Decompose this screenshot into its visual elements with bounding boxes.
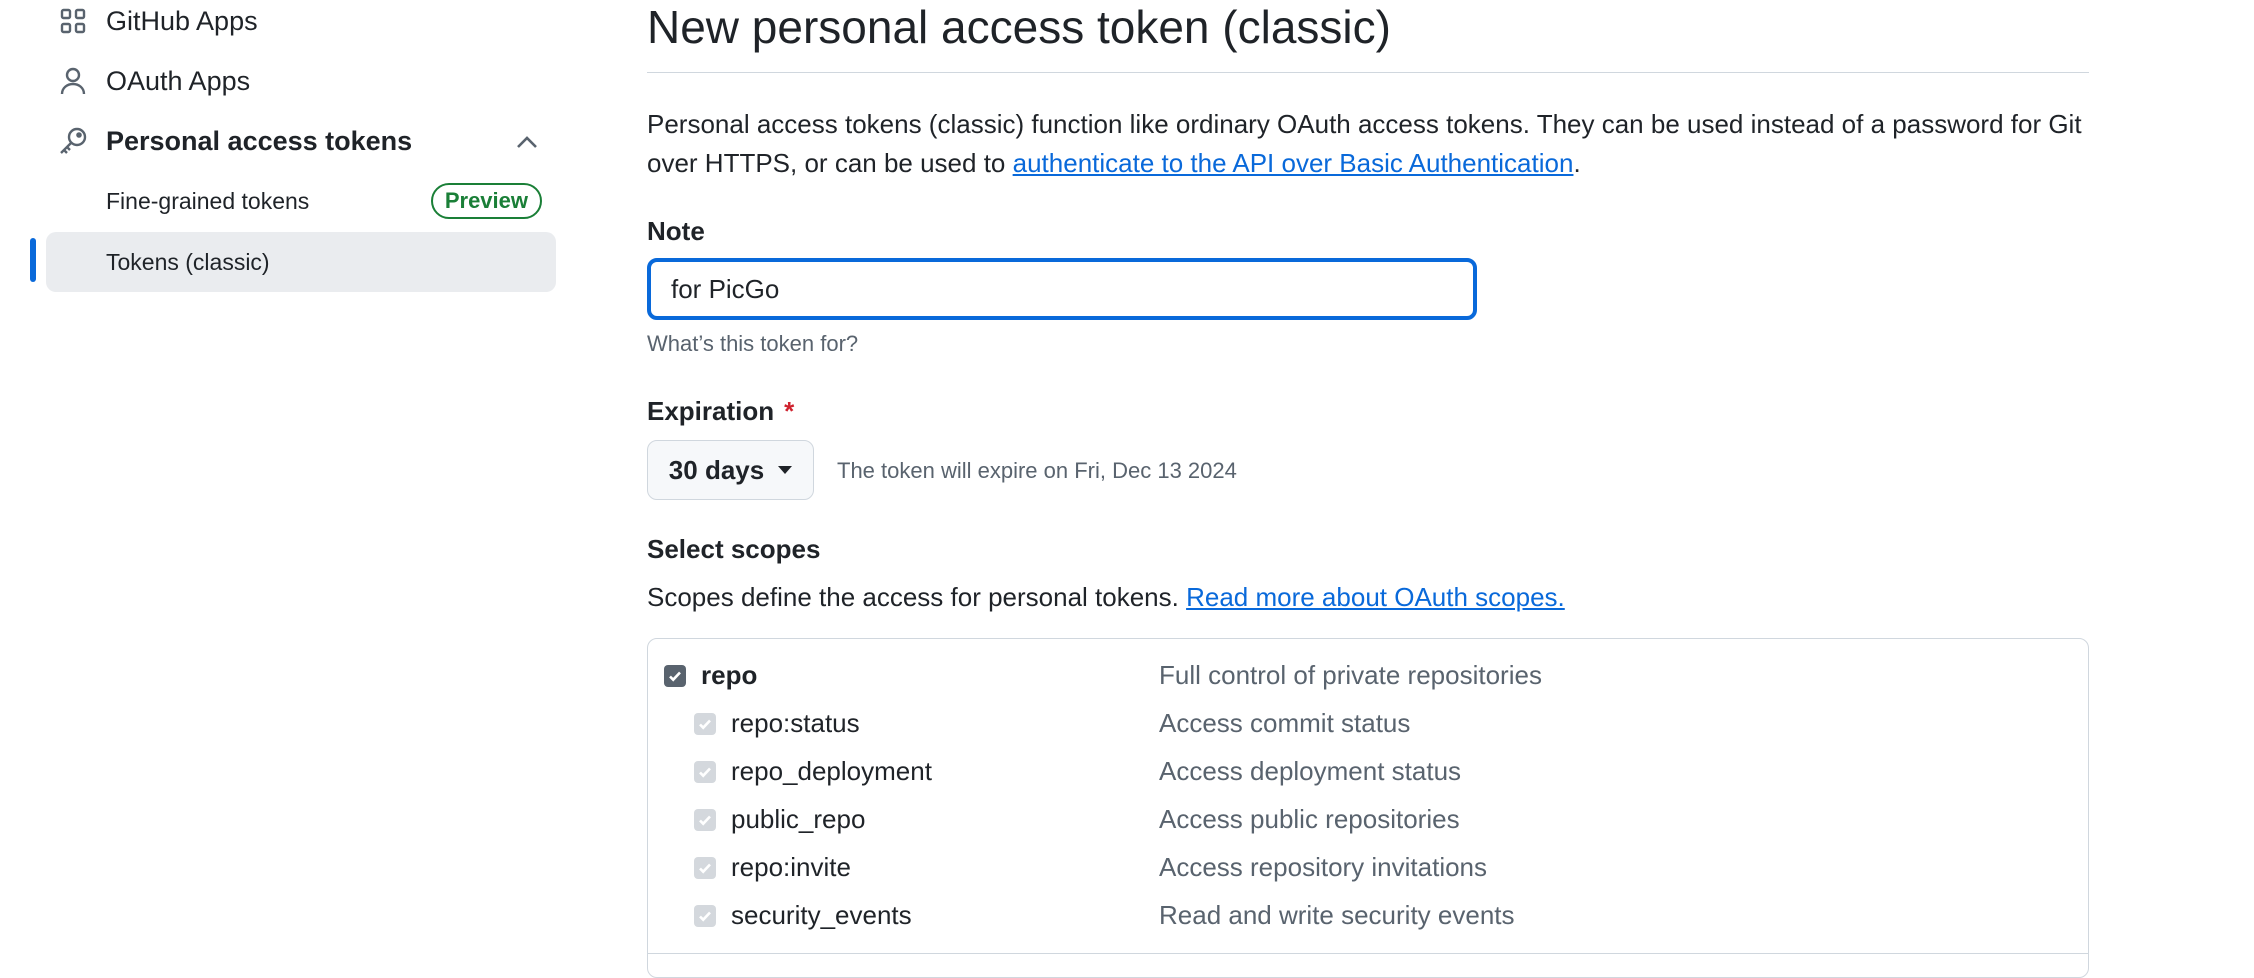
expiration-label-text: Expiration (647, 396, 775, 426)
scope-name: repo:status (731, 708, 860, 738)
page-description: Personal access tokens (classic) functio… (647, 105, 2089, 183)
sidebar-item-personal-access-tokens[interactable]: Personal access tokens (58, 116, 412, 166)
sidebar-item-fine-grained-tokens[interactable]: Fine-grained tokens Preview (46, 171, 556, 231)
scope-row: public_repo Access public repositories (648, 797, 2090, 843)
page-title: New personal access token (classic) (647, 1, 1391, 53)
scope-description: Full control of private repositories (1159, 660, 1542, 690)
scope-description: Access deployment status (1159, 756, 1462, 786)
oauth-scopes-link[interactable]: Read more about OAuth scopes. (1186, 582, 1565, 612)
required-mark: * (784, 396, 795, 426)
sidebar-item-github-apps[interactable]: GitHub Apps (58, 0, 258, 46)
scope-description: Access repository invitations (1159, 852, 1488, 882)
description-end: . (1573, 148, 1581, 178)
scope-checkbox[interactable] (694, 761, 716, 783)
scope-description: Read and write security events (1159, 900, 1515, 930)
note-label: Note (647, 216, 705, 246)
scope-name: repo:invite (731, 852, 851, 882)
chevron-up-icon[interactable] (512, 127, 542, 157)
scope-row: repo:invite Access repository invitations (648, 845, 2090, 891)
key-icon (58, 126, 88, 156)
scope-row: repo Full control of private repositories (648, 653, 2090, 699)
selected-indicator (30, 238, 36, 282)
expiration-label: Expiration * (647, 396, 794, 427)
scope-checkbox[interactable] (694, 905, 716, 927)
scope-name: public_repo (731, 804, 866, 834)
settings-sidebar: GitHub Apps OAuth Apps Personal access t… (0, 0, 560, 964)
scope-checkbox[interactable] (664, 665, 686, 687)
scope-checkbox[interactable] (694, 857, 716, 879)
scope-description: Access commit status (1159, 708, 1411, 738)
sidebar-item-tokens-classic[interactable]: Tokens (classic) (46, 232, 556, 292)
note-input[interactable] (647, 258, 1477, 320)
scopes-description-text: Scopes define the access for personal to… (647, 582, 1187, 612)
sidebar-item-oauth-apps[interactable]: OAuth Apps (58, 56, 250, 106)
scope-row: repo_deployment Access deployment status (648, 749, 2090, 795)
scope-name: repo (701, 660, 758, 690)
scopes-description: Scopes define the access for personal to… (647, 582, 1565, 613)
scope-row: repo:status Access commit status (648, 701, 2090, 747)
apps-grid-icon (58, 6, 88, 36)
caret-down-icon (778, 466, 793, 474)
title-divider (647, 72, 2089, 73)
scope-name: security_events (731, 900, 912, 930)
sidebar-item-label: OAuth Apps (106, 65, 251, 96)
scope-name: repo_deployment (731, 756, 932, 786)
sidebar-item-label: Personal access tokens (106, 125, 413, 156)
basic-auth-link[interactable]: authenticate to the API over Basic Authe… (1013, 148, 1574, 178)
person-icon (58, 66, 88, 96)
scope-checkbox[interactable] (694, 809, 716, 831)
expiration-value: 30 days (668, 454, 765, 485)
scope-row: security_events Read and write security e… (648, 893, 2090, 939)
preview-badge: Preview (430, 183, 542, 219)
select-scopes-label: Select scopes (647, 534, 821, 564)
note-hint: What’s this token for? (647, 331, 859, 356)
expiration-dropdown[interactable]: 30 days (647, 440, 814, 500)
sidebar-item-label: Tokens (classic) (106, 248, 270, 275)
scopes-divider (648, 953, 2088, 954)
sidebar-item-label: GitHub Apps (106, 5, 258, 36)
expiration-note: The token will expire on Fri, Dec 13 202… (837, 458, 1237, 483)
sidebar-item-label: Fine-grained tokens (106, 187, 310, 214)
scopes-table: repo Full control of private repositories… (647, 638, 2089, 978)
scope-checkbox[interactable] (694, 713, 716, 735)
scope-description: Access public repositories (1159, 804, 1460, 834)
